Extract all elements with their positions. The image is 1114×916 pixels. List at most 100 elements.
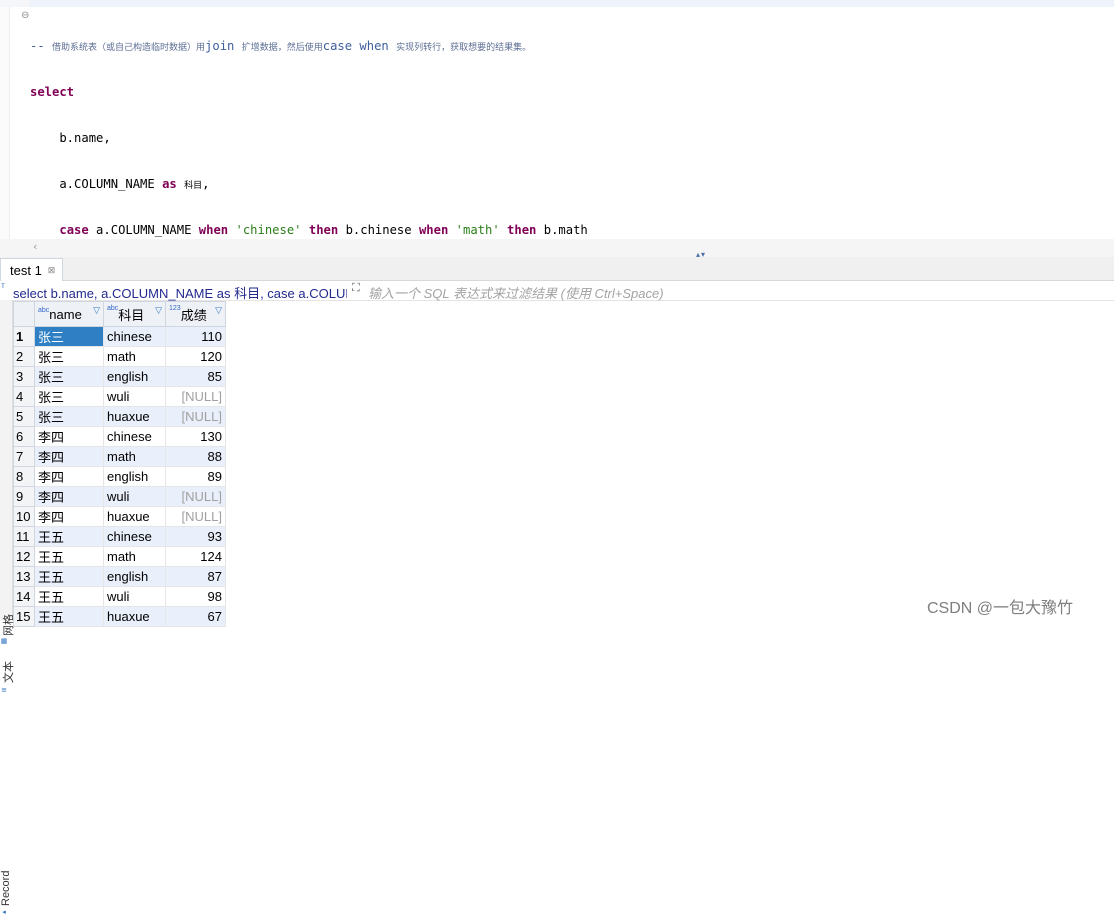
type-badge: abc [107,304,119,312]
filter-icon[interactable]: ▽ [93,305,100,316]
cell-name[interactable]: 王五 [34,606,104,627]
cell-subject[interactable]: chinese [103,326,166,347]
cell-subject[interactable]: math [103,546,166,567]
table-row[interactable]: 5 张三 huaxue [NULL] [13,406,226,427]
cell-score[interactable]: [NULL] [165,406,226,427]
code-line-1: -- 借助系统表（或自己构造临时数据）用join 扩增数据，然后使用case w… [30,38,532,53]
table-row[interactable]: 13 王五 english 87 [13,566,226,587]
row-number[interactable]: 9 [13,486,35,507]
row-number[interactable]: 4 [13,386,35,407]
cell-subject[interactable]: huaxue [103,506,166,527]
row-number[interactable]: 14 [13,586,35,607]
cell-score[interactable]: [NULL] [165,486,226,507]
cell-subject[interactable]: huaxue [103,406,166,427]
cell-score[interactable]: [NULL] [165,386,226,407]
filter-icon[interactable]: ▽ [215,305,222,316]
table-row[interactable]: 4 张三 wuli [NULL] [13,386,226,407]
table-row[interactable]: 14 王五 wuli 98 [13,586,226,607]
side-tab-text[interactable]: 文本 [0,661,16,683]
expand-icon[interactable]: ⛶ [352,282,360,295]
table-row[interactable]: 11 王五 chinese 93 [13,526,226,547]
cell-score[interactable]: 93 [165,526,226,547]
row-number[interactable]: 1 [13,326,35,347]
cell-score[interactable]: [NULL] [165,506,226,527]
cell-subject[interactable]: english [103,366,166,387]
column-header-score[interactable]: 123成绩 ▽ [165,301,226,327]
query-text[interactable]: select b.name, a.COLUMN_NAME as 科目, case… [13,283,347,302]
table-row[interactable]: 3 张三 english 85 [13,366,226,387]
cell-name[interactable]: 李四 [34,426,104,447]
table-row[interactable]: 6 李四 chinese 130 [13,426,226,447]
column-header-subject[interactable]: abc科目 ▽ [103,301,166,327]
cell-score[interactable]: 67 [165,606,226,627]
cell-score[interactable]: 110 [165,326,226,347]
cell-subject[interactable]: wuli [103,486,166,507]
row-number[interactable]: 5 [13,406,35,427]
results-table: abcname ▽ abc科目 ▽ 123成绩 ▽ 1 张三 chinese 110 2 张三 m… [13,301,226,627]
cell-subject[interactable]: math [103,446,166,467]
filter-input[interactable]: 输入一个 SQL 表达式来过滤结果 (使用 Ctrl+Space) [368,283,664,302]
cell-name[interactable]: 王五 [34,546,104,567]
cell-name[interactable]: 王五 [34,526,104,547]
row-number-header[interactable] [13,301,35,327]
cell-score[interactable]: 89 [165,466,226,487]
scroll-left-icon[interactable]: ‹ [33,240,37,253]
table-row[interactable]: 1 张三 chinese 110 [13,326,226,347]
cell-score[interactable]: 120 [165,346,226,367]
table-row[interactable]: 10 李四 huaxue [NULL] [13,506,226,527]
fold-icon[interactable]: ⊖ [21,10,29,21]
cell-name[interactable]: 张三 [34,326,104,347]
cell-subject[interactable]: math [103,346,166,367]
table-row[interactable]: 8 李四 english 89 [13,466,226,487]
cell-name[interactable]: 张三 [34,346,104,367]
editor-horizontal-scrollbar[interactable]: ‹ [0,239,1114,257]
table-row[interactable]: 12 王五 math 124 [13,546,226,567]
side-tab-record[interactable]: Record [0,871,12,906]
row-number[interactable]: 2 [13,346,35,367]
cell-subject[interactable]: english [103,566,166,587]
cell-subject[interactable]: huaxue [103,606,166,627]
cell-name[interactable]: 王五 [34,586,104,607]
cell-name[interactable]: 张三 [34,406,104,427]
row-number[interactable]: 13 [13,566,35,587]
cell-name[interactable]: 李四 [34,466,104,487]
table-row[interactable]: 9 李四 wuli [NULL] [13,486,226,507]
cell-score[interactable]: 88 [165,446,226,467]
sql-editor[interactable]: ⊖ -- 借助系统表（或自己构造临时数据）用join 扩增数据，然后使用case… [0,7,1114,239]
cell-name[interactable]: 李四 [34,446,104,467]
cell-subject[interactable]: wuli [103,386,166,407]
row-number[interactable]: 12 [13,546,35,567]
cell-name[interactable]: 张三 [34,366,104,387]
row-number[interactable]: 3 [13,366,35,387]
filter-icon[interactable]: ▽ [155,305,162,316]
row-number[interactable]: 7 [13,446,35,467]
tab-test-1[interactable]: test 1 ⊠ [0,258,64,281]
table-row[interactable]: 2 张三 math 120 [13,346,226,367]
table-row[interactable]: 15 王五 huaxue 67 [13,606,226,627]
cell-name[interactable]: 李四 [34,486,104,507]
cell-name[interactable]: 李四 [34,506,104,527]
cell-score[interactable]: 85 [165,366,226,387]
cell-subject[interactable]: chinese [103,426,166,447]
cell-score[interactable]: 130 [165,426,226,447]
query-type-icon: ᵀ [1,282,5,292]
table-row[interactable]: 7 李四 math 88 [13,446,226,467]
cell-subject[interactable]: wuli [103,586,166,607]
cell-subject[interactable]: english [103,466,166,487]
cell-name[interactable]: 王五 [34,566,104,587]
results-grid[interactable]: abcname ▽ abc科目 ▽ 123成绩 ▽ 1 张三 chinese 110 2 张三 m… [13,301,1114,627]
cell-score[interactable]: 98 [165,586,226,607]
close-icon[interactable]: ⊠ [48,265,56,276]
cell-score[interactable]: 87 [165,566,226,587]
cell-name[interactable]: 张三 [34,386,104,407]
cell-score[interactable]: 124 [165,546,226,567]
sql-code[interactable]: -- 借助系统表（或自己构造临时数据）用join 扩增数据，然后使用case w… [30,8,1079,239]
column-header-name[interactable]: abcname ▽ [34,301,104,327]
row-number[interactable]: 15 [13,606,35,627]
row-number[interactable]: 11 [13,526,35,547]
row-number[interactable]: 6 [13,426,35,447]
row-number[interactable]: 10 [13,506,35,527]
cell-subject[interactable]: chinese [103,526,166,547]
code-line-4: a.COLUMN_NAME as 科目, [30,176,210,191]
row-number[interactable]: 8 [13,466,35,487]
